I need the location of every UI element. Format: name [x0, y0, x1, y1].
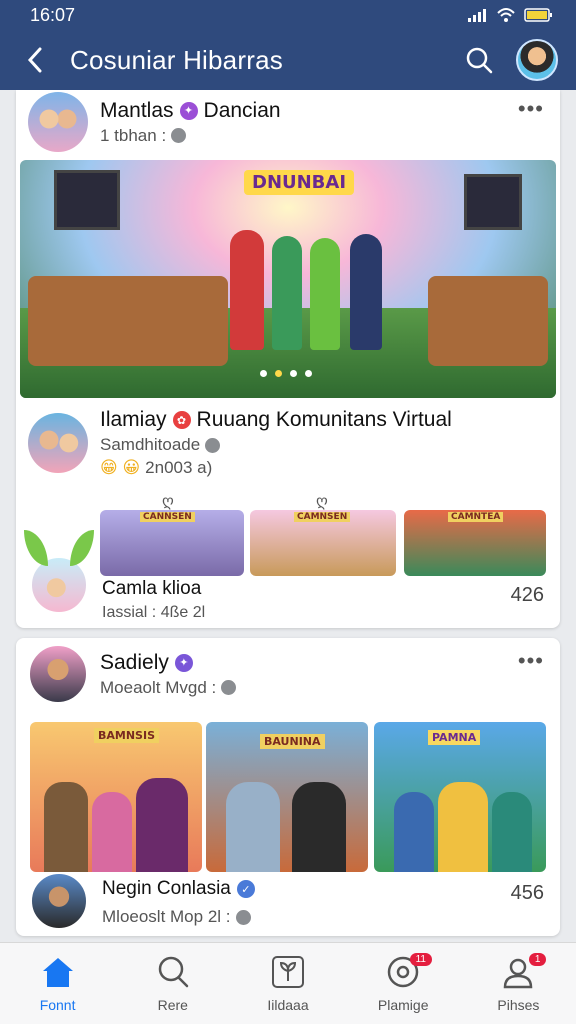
- notification-badge: 11: [409, 953, 432, 966]
- bottom-nav: Fonnt Rere Iildaaa 11 Plamige 1 Pihses: [0, 942, 576, 1024]
- post-card-1: Mantlas ✦ Dancian 1 tbhan : ••• DNUNBAI: [16, 90, 560, 628]
- post-image[interactable]: DNUNBAI: [20, 160, 556, 398]
- thumbnail-2[interactable]: CAMNSEN: [250, 510, 396, 576]
- home-icon: [42, 957, 73, 987]
- reaction-icon: 😁 😀: [100, 458, 141, 477]
- post-group-name[interactable]: Ruuang Komunitans Virtual: [197, 408, 452, 432]
- status-time: 16:07: [30, 4, 76, 25]
- profile-avatar[interactable]: [516, 39, 558, 81]
- nav-item-play[interactable]: 11 Plamige: [346, 943, 461, 1024]
- avatar[interactable]: [28, 92, 88, 152]
- back-button[interactable]: [0, 30, 70, 90]
- thumbnail-1[interactable]: CANNSEN: [100, 510, 244, 576]
- leaf-decoration: [70, 530, 94, 566]
- app-bar: Cosuniar Hibarras: [0, 30, 576, 90]
- comment-meta: Iassial : 4ße 2l: [102, 604, 206, 621]
- back-arrow-icon: [27, 47, 42, 73]
- photo-tile-1[interactable]: BAMNSIS: [30, 722, 202, 872]
- comment-author: Camla klioa: [102, 578, 201, 600]
- thumbnail-label: CANNSEN: [140, 512, 195, 522]
- carousel-dots: [260, 370, 312, 377]
- thumbnail-label: CAMNTEA: [448, 512, 504, 522]
- sofa: [428, 276, 548, 366]
- nav-item-label: Fonnt: [39, 996, 76, 1013]
- status-bar: 16:07: [0, 0, 576, 30]
- more-options-icon[interactable]: •••: [518, 96, 544, 122]
- nav-item-label: Pihses: [497, 996, 540, 1013]
- feed: Mantlas ✦ Dancian 1 tbhan : ••• DNUNBAI: [0, 90, 576, 942]
- thumbnail-label: CAMNSEN: [294, 512, 351, 522]
- nav-item-label: Plamige: [377, 996, 429, 1013]
- wifi-icon: [497, 8, 515, 22]
- globe-icon: [205, 437, 221, 453]
- more-options-icon[interactable]: •••: [518, 648, 544, 674]
- post-author-name[interactable]: Mantlas: [100, 99, 174, 123]
- globe-icon: [235, 909, 251, 925]
- photo-tile-2[interactable]: BAUNINA: [206, 722, 368, 872]
- page-title: Cosuniar Hibarras: [70, 44, 283, 75]
- post-author-name[interactable]: Ilamiay: [100, 408, 167, 432]
- photo-tile-label: PAMNA: [428, 730, 481, 745]
- comment-author-name[interactable]: Camla: [102, 578, 157, 599]
- post-header: Mantlas ✦ Dancian 1 tbhan :: [28, 92, 281, 152]
- people-group: [220, 230, 390, 360]
- photo-tile-label: BAMNSIS: [94, 728, 159, 743]
- post-header: Sadiely ✦ Moeaolt Mvgd :: [28, 644, 237, 704]
- comment-author-name[interactable]: Negin Conlasia: [102, 878, 231, 900]
- post-group-name[interactable]: Dancian: [204, 99, 281, 123]
- verified-badge-icon: ✦: [174, 653, 193, 672]
- reaction-icon: ღ: [316, 493, 328, 510]
- nav-item-profile[interactable]: 1 Pihses: [461, 943, 576, 1024]
- sprout-icon: [272, 955, 304, 988]
- tv-screen: [54, 170, 120, 230]
- search-icon: [466, 47, 493, 74]
- thumbnail-3[interactable]: CAMNTEA: [404, 510, 546, 576]
- notification-badge: 1: [528, 953, 547, 966]
- post-timestamp: 1 tbhan :: [100, 125, 167, 145]
- nav-item-search[interactable]: Rere: [115, 943, 230, 1024]
- post-author-name[interactable]: Sadiely: [100, 651, 169, 675]
- comment-meta: Mloeoslt Mop 2l :: [102, 907, 231, 926]
- post-timestamp: Moeaolt Mvgd :: [100, 677, 217, 697]
- post-card-2: Sadiely ✦ Moeaolt Mvgd : ••• BAMNSIS BAU…: [16, 638, 560, 936]
- globe-icon: [221, 680, 237, 695]
- nav-item-ideas[interactable]: Iildaaa: [230, 943, 345, 1024]
- commenter-avatar[interactable]: [30, 872, 88, 930]
- post-timestamp: Samdhitoade: [100, 435, 201, 454]
- signal-icon: [468, 9, 486, 22]
- avatar[interactable]: [28, 644, 88, 704]
- verified-badge-icon: ✓: [236, 880, 255, 898]
- flower-badge-icon: ✿: [172, 411, 191, 429]
- nav-item-label: Iildaaa: [267, 996, 309, 1013]
- reaction-count[interactable]: 426: [511, 584, 544, 607]
- sofa: [28, 276, 228, 366]
- globe-icon: [171, 128, 187, 143]
- battery-icon: [524, 8, 552, 22]
- photo-tile-3[interactable]: PAMNA: [374, 722, 546, 872]
- post-header: Ilamiay ✿ Ruuang Komunitans Virtual Samd…: [28, 408, 452, 478]
- commenter-avatar[interactable]: [30, 556, 88, 614]
- reaction-icon: ღ: [162, 493, 174, 510]
- verified-badge-icon: ✦: [179, 101, 198, 120]
- nav-item-label: Rere: [157, 996, 188, 1013]
- search-button[interactable]: [456, 37, 502, 83]
- reaction-count[interactable]: 456: [511, 882, 544, 905]
- post-reaction-meta: 2n003 a): [145, 458, 213, 477]
- scene-sign: DNUNBAI: [244, 170, 355, 195]
- photo-tile-label: BAUNINA: [260, 734, 325, 749]
- nav-item-home[interactable]: Fonnt: [0, 943, 115, 1024]
- tv-screen: [464, 174, 522, 230]
- comment-author-name-2[interactable]: klioa: [162, 578, 201, 599]
- avatar[interactable]: [28, 413, 88, 473]
- leaf-decoration: [24, 530, 48, 566]
- search-people-icon: [158, 956, 189, 987]
